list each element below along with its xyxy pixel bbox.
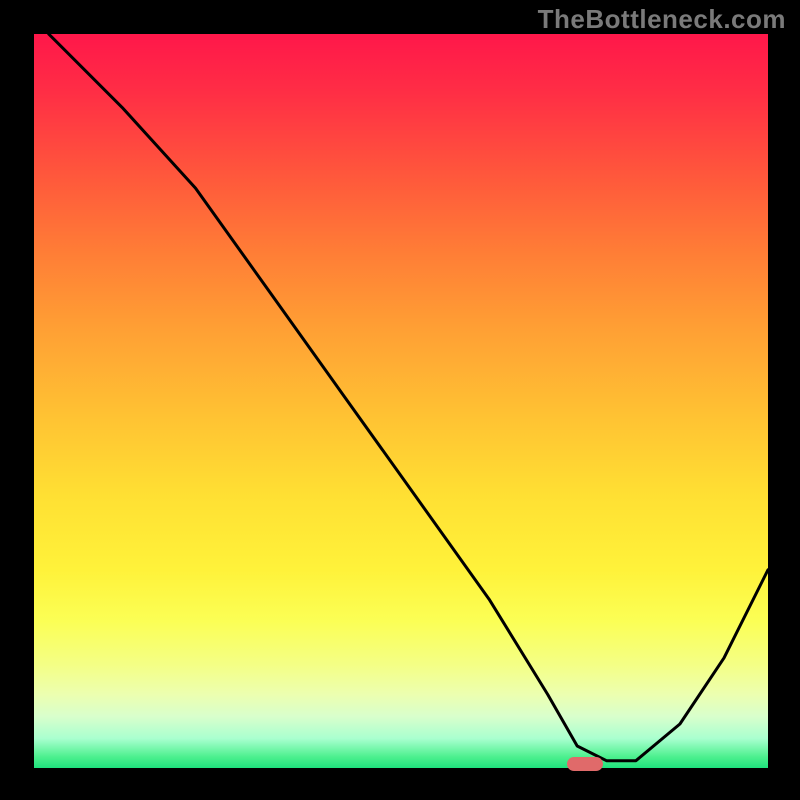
plot-background-gradient — [34, 34, 768, 768]
chart-frame: TheBottleneck.com — [0, 0, 800, 800]
watermark-text: TheBottleneck.com — [538, 4, 786, 35]
optimum-marker — [567, 757, 603, 771]
